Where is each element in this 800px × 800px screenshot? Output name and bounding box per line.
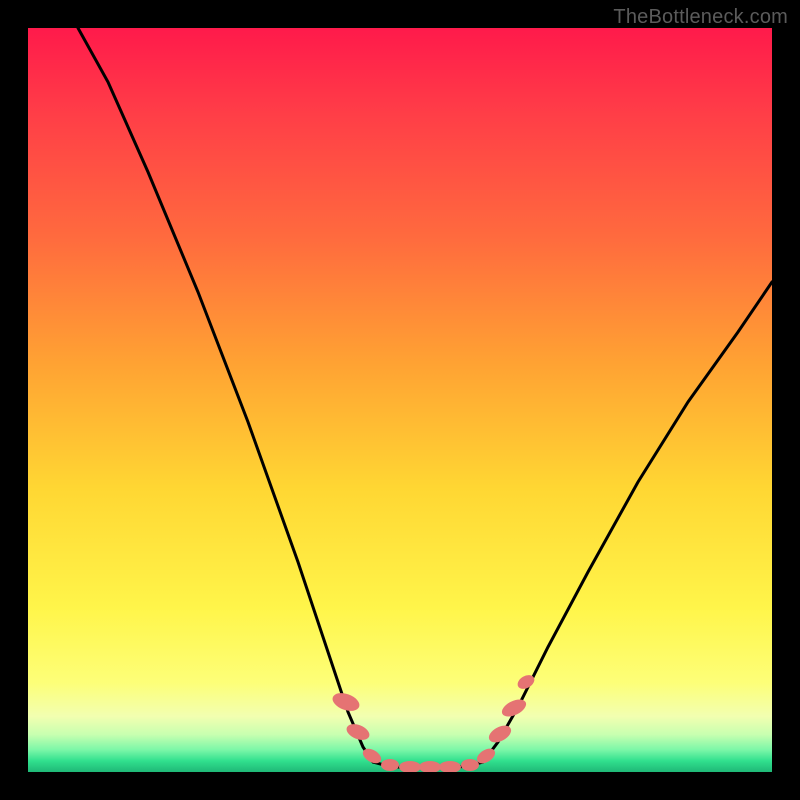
valley-marker: [439, 761, 461, 772]
valley-marker: [461, 759, 479, 771]
valley-marker: [419, 761, 441, 772]
valley-markers: [330, 672, 537, 772]
valley-marker: [344, 721, 371, 743]
bottleneck-curve-svg: [28, 28, 772, 772]
series-left-branch: [78, 28, 373, 762]
curve-line: [78, 28, 772, 768]
valley-marker: [486, 722, 514, 746]
valley-marker: [381, 759, 399, 771]
chart-plot-area: [28, 28, 772, 772]
watermark-text: TheBottleneck.com: [613, 6, 788, 29]
valley-marker: [399, 761, 421, 772]
series-right-branch: [483, 282, 772, 762]
